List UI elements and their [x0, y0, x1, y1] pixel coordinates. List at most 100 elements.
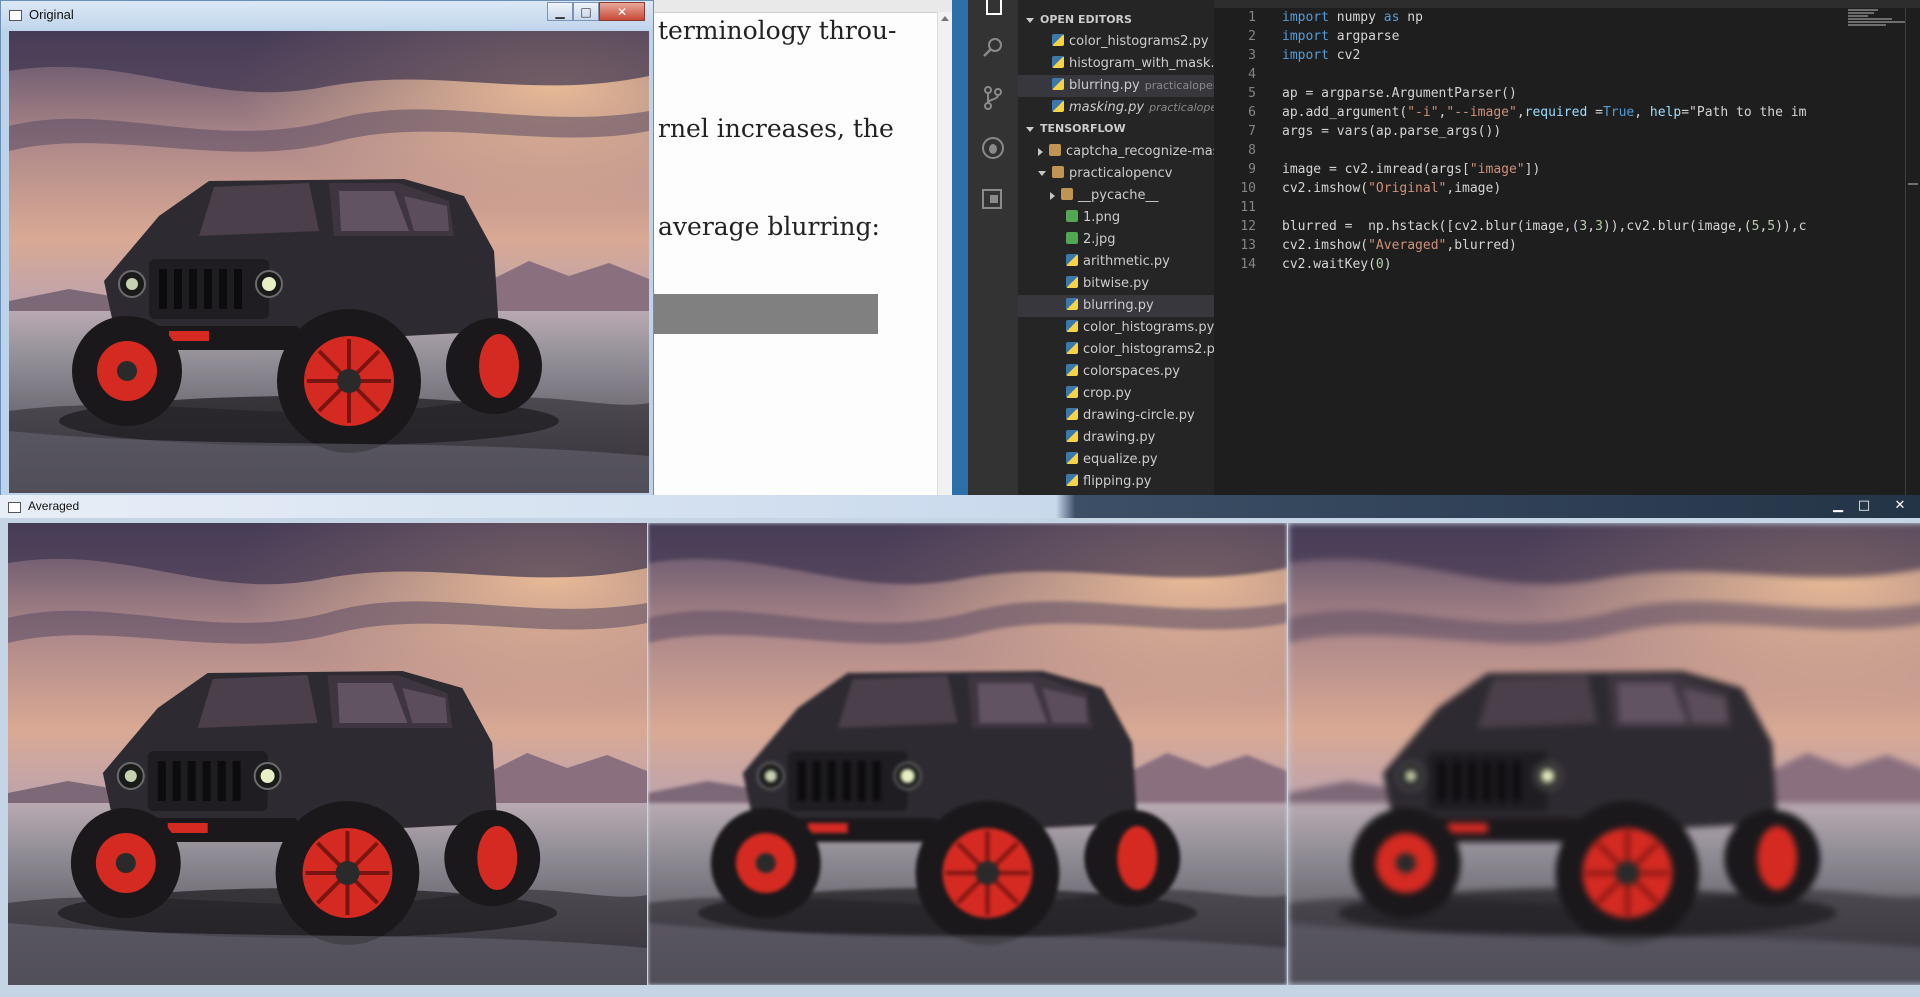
open-editor-item[interactable]: blurring.py practicalopencv [1018, 75, 1214, 97]
blur-5x5-image [648, 523, 1287, 985]
explorer-item[interactable]: captcha_recognize-master [1018, 141, 1214, 163]
code-line[interactable]: 5 ap = argparse.ArgumentParser() [1214, 84, 1920, 103]
code-line[interactable]: 8 [1214, 141, 1920, 160]
close-button[interactable]: ✕ [1888, 497, 1912, 515]
code-text: import cv2 [1282, 48, 1361, 63]
editor-tab-strip [1214, 0, 1920, 8]
folder-icon [1061, 188, 1073, 200]
explorer-item-label: color_histograms.py [1083, 320, 1214, 335]
document-code-block [640, 294, 878, 334]
code-line[interactable]: 12 blurred = np.hstack([cv2.blur(image,(3… [1214, 217, 1920, 236]
explorer-item-label: flipping.py [1083, 474, 1152, 489]
minimize-button[interactable]: ▁ [547, 2, 573, 21]
averaged-window-title: Averaged [28, 499, 80, 513]
open-editor-item[interactable]: histogram_with_mask.pypra... [1018, 53, 1214, 75]
code-line[interactable]: 11 [1214, 198, 1920, 217]
python-file-icon [1052, 34, 1064, 46]
tensorflow-header[interactable]: TENSORFLOW [1018, 119, 1214, 139]
original-image-window: Original ▁ □ ✕ [0, 0, 654, 500]
window-bottom-border [0, 990, 1920, 997]
python-file-icon [1066, 254, 1078, 266]
code-text: args = vars(ap.parse_args()) [1282, 124, 1502, 139]
maximize-button[interactable]: □ [1852, 497, 1876, 515]
explorer-item[interactable]: 1.png [1018, 207, 1214, 229]
code-line[interactable]: 4 [1214, 65, 1920, 84]
minimize-button[interactable]: ▁ [1826, 497, 1850, 515]
explorer-item[interactable]: color_histograms2.py [1018, 339, 1214, 361]
explorer-item[interactable]: 2.jpg [1018, 229, 1214, 251]
chevron-down-icon [1026, 17, 1034, 23]
code-line[interactable]: 9 image = cv2.imread(args["image"]) [1214, 160, 1920, 179]
code-line[interactable]: 10 cv2.imshow("Original",image) [1214, 179, 1920, 198]
explorer-item[interactable]: drawing-circle.py [1018, 405, 1214, 427]
code-line[interactable]: 1 import numpy as np [1214, 8, 1920, 27]
document-text-line-1: terminology throu- [658, 16, 897, 45]
minimap[interactable] [1848, 8, 1908, 38]
code-line[interactable]: 13 cv2.imshow("Averaged",blurred) [1214, 236, 1920, 255]
code-line[interactable]: 3 import cv2 [1214, 46, 1920, 65]
debug-icon[interactable] [979, 134, 1007, 162]
code-line[interactable]: 14 cv2.waitKey(0) [1214, 255, 1920, 274]
code-text: image = cv2.imread(args["image"]) [1282, 162, 1541, 177]
extensions-icon[interactable] [979, 184, 1007, 212]
explorer-item[interactable]: arithmetic.py [1018, 251, 1214, 273]
explorer-item-label: practicalopencv [1069, 166, 1173, 181]
python-file-icon [1066, 408, 1078, 420]
averaged-window-titlebar[interactable]: Averaged ▁ □ ✕ [0, 495, 1920, 518]
code-text: ap = argparse.ArgumentParser() [1282, 86, 1517, 101]
code-line[interactable]: 6 ap.add_argument("-i","--image",required… [1214, 103, 1920, 122]
python-file-icon [1066, 386, 1078, 398]
vscode-window: OPEN EDITORS color_histograms2.pypractic… [968, 0, 1920, 495]
python-file-icon [1066, 474, 1078, 486]
explorer-item[interactable]: drawing.py [1018, 427, 1214, 449]
open-editors-header[interactable]: OPEN EDITORS [1018, 10, 1214, 30]
window-app-icon [9, 10, 22, 21]
python-file-icon [1052, 100, 1064, 112]
line-number: 14 [1240, 257, 1256, 272]
python-file-icon [1066, 430, 1078, 442]
explorer-item-label: drawing.py [1083, 430, 1156, 445]
line-number: 5 [1248, 86, 1256, 101]
python-file-icon [1052, 78, 1064, 90]
files-icon[interactable] [979, 0, 1007, 18]
open-editor-item[interactable]: masking.py practicalopencv [1018, 97, 1214, 119]
python-file-icon [1052, 56, 1064, 68]
search-icon[interactable] [979, 34, 1007, 62]
open-editor-filename: masking.py [1069, 100, 1145, 115]
original-window-titlebar[interactable]: Original ▁ □ ✕ [1, 1, 653, 29]
document-text-line-3: average blurring: [658, 212, 880, 241]
line-number: 11 [1240, 200, 1256, 215]
explorer-item[interactable]: practicalopencv [1018, 163, 1214, 185]
scroll-up-arrow-icon[interactable] [941, 16, 949, 21]
explorer-item[interactable]: color_histograms.py [1018, 317, 1214, 339]
explorer-item[interactable]: bitwise.py [1018, 273, 1214, 295]
open-editor-path: practicalopencv [1149, 101, 1214, 114]
line-number: 6 [1248, 105, 1256, 120]
document-scrollbar[interactable] [937, 12, 952, 495]
explorer-item[interactable]: equalize.py [1018, 449, 1214, 471]
code-text: cv2.imshow("Averaged",blurred) [1282, 238, 1517, 253]
document-text-line-2: rnel increases, the [658, 114, 894, 143]
code-line[interactable]: 7 args = vars(ap.parse_args()) [1214, 122, 1920, 141]
code-line[interactable]: 2 import argparse [1214, 27, 1920, 46]
image-file-icon [1066, 210, 1078, 222]
blur-3x3-image [8, 523, 647, 985]
code-text: blurred = np.hstack([cv2.blur(image,(3,3… [1282, 219, 1807, 234]
line-number: 4 [1248, 67, 1256, 82]
editor-scrollbar[interactable] [1905, 8, 1920, 495]
explorer-item[interactable]: crop.py [1018, 383, 1214, 405]
explorer-item[interactable]: __pycache__ [1018, 185, 1214, 207]
explorer-item[interactable]: blurring.py [1018, 295, 1214, 317]
maximize-button[interactable]: □ [573, 2, 599, 21]
explorer-item[interactable]: colorspaces.py [1018, 361, 1214, 383]
open-editors-label: OPEN EDITORS [1040, 13, 1132, 26]
explorer-item[interactable]: flipping.py [1018, 471, 1214, 493]
close-button[interactable]: ✕ [599, 2, 645, 21]
code-text: import argparse [1282, 29, 1400, 44]
code-editor[interactable]: 1 import numpy as np 2 import argparse 3 impo… [1214, 0, 1920, 495]
open-editor-item[interactable]: color_histograms2.pypractic... [1018, 31, 1214, 53]
chevron-right-icon [1050, 191, 1055, 200]
source-control-icon[interactable] [979, 84, 1007, 112]
blur-7x7-image [1288, 523, 1920, 985]
line-number: 9 [1248, 162, 1256, 177]
